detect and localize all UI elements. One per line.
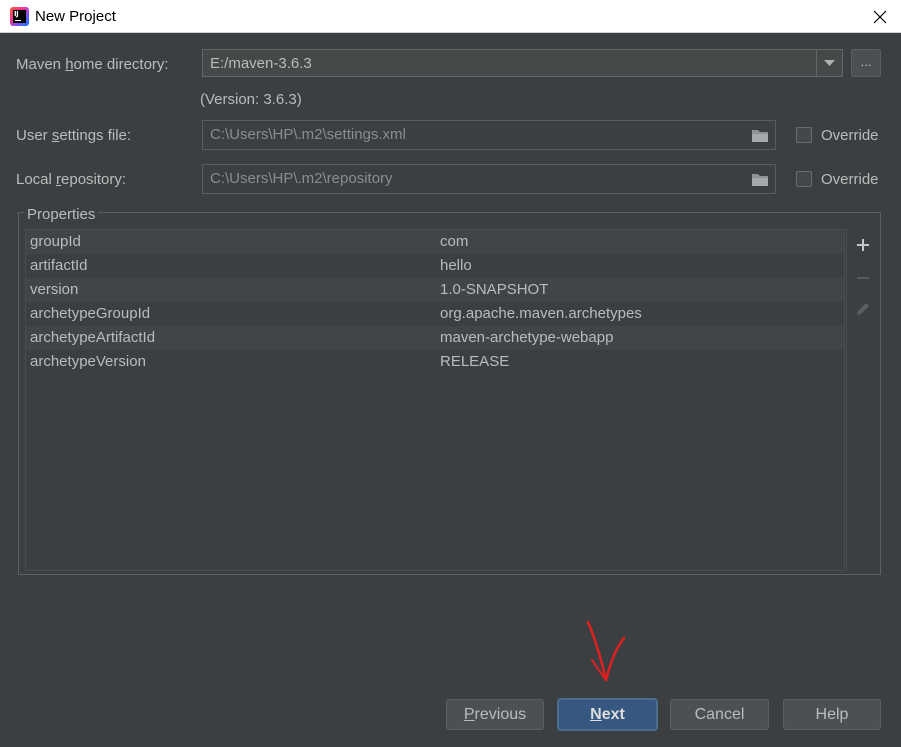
- user-settings-label: User settings file:: [16, 127, 132, 144]
- property-value: com: [440, 233, 469, 250]
- property-key: archetypeGroupId: [30, 305, 151, 322]
- table-row[interactable]: archetypeVersion RELEASE: [26, 350, 844, 374]
- properties-table[interactable]: groupId com artifactId hello version 1.0…: [25, 229, 845, 571]
- user-settings-override-checkbox[interactable]: [796, 127, 812, 143]
- maven-home-label: Maven home directory:: [16, 56, 169, 73]
- edit-icon[interactable]: [853, 299, 873, 319]
- new-project-dialog: IJ New Project Maven home directory: E:/…: [0, 0, 901, 747]
- table-row[interactable]: groupId com: [26, 230, 844, 254]
- property-key: version: [30, 281, 79, 298]
- property-value: 1.0-SNAPSHOT: [440, 281, 549, 298]
- close-icon: [873, 10, 887, 24]
- property-value: RELEASE: [440, 353, 510, 370]
- previous-button[interactable]: Previous: [446, 699, 544, 730]
- property-value: hello: [440, 257, 472, 274]
- red-arrow-annotation: [586, 620, 626, 682]
- maven-home-value: E:/maven-3.6.3: [210, 55, 312, 72]
- folder-icon[interactable]: [751, 172, 769, 187]
- property-key: archetypeVersion: [30, 353, 146, 370]
- remove-icon[interactable]: [853, 268, 873, 288]
- cancel-button[interactable]: Cancel: [670, 699, 769, 730]
- window-title: New Project: [35, 8, 116, 25]
- local-repository-override-checkbox[interactable]: [796, 171, 812, 187]
- user-settings-value: C:\Users\HP\.m2\settings.xml: [210, 126, 406, 143]
- help-button[interactable]: Help: [783, 699, 881, 730]
- add-icon[interactable]: [853, 235, 873, 255]
- maven-version-text: (Version: 3.6.3): [200, 91, 302, 108]
- property-key: groupId: [30, 233, 81, 250]
- folder-icon[interactable]: [751, 128, 769, 143]
- local-repository-override-label: Override: [821, 171, 879, 188]
- properties-toolbar: [846, 229, 879, 571]
- user-settings-field[interactable]: C:\Users\HP\.m2\settings.xml: [202, 120, 776, 150]
- browse-maven-home-button[interactable]: ...: [851, 49, 881, 77]
- close-button[interactable]: [867, 4, 893, 30]
- table-row[interactable]: version 1.0-SNAPSHOT: [26, 278, 844, 302]
- title-bar: IJ New Project: [0, 0, 901, 33]
- next-button[interactable]: Next: [558, 699, 657, 730]
- intellij-idea-icon: IJ: [10, 7, 29, 26]
- table-row[interactable]: archetypeArtifactId maven-archetype-weba…: [26, 326, 844, 350]
- property-value: org.apache.maven.archetypes: [440, 305, 642, 322]
- chevron-down-icon: [824, 60, 835, 66]
- table-row[interactable]: archetypeGroupId org.apache.maven.archet…: [26, 302, 844, 326]
- table-row[interactable]: artifactId hello: [26, 254, 844, 278]
- user-settings-override-label: Override: [821, 127, 879, 144]
- local-repository-value: C:\Users\HP\.m2\repository: [210, 170, 393, 187]
- local-repository-label: Local repository:: [16, 171, 127, 188]
- local-repository-field[interactable]: C:\Users\HP\.m2\repository: [202, 164, 776, 194]
- maven-home-combobox[interactable]: E:/maven-3.6.3: [202, 49, 843, 77]
- properties-title: Properties: [24, 206, 99, 223]
- dropdown-button[interactable]: [816, 50, 842, 76]
- property-key: artifactId: [30, 257, 88, 274]
- property-value: maven-archetype-webapp: [440, 329, 614, 346]
- property-key: archetypeArtifactId: [30, 329, 156, 346]
